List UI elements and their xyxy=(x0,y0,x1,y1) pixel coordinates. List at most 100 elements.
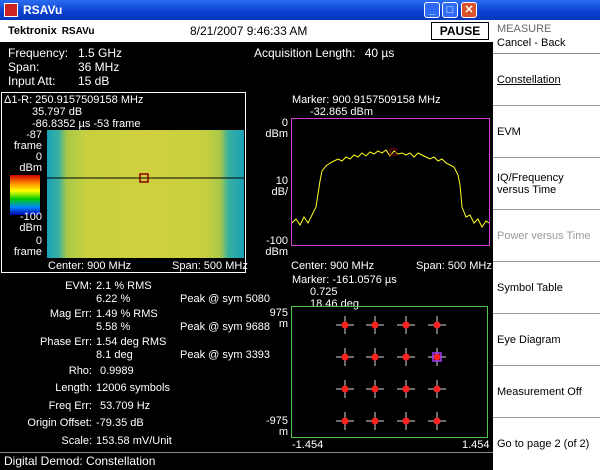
menu-measurement-off[interactable]: Measurement Off xyxy=(493,366,600,418)
phase-err-rms: 1.54 deg RMS xyxy=(96,336,167,348)
menu-power-vs-time[interactable]: Power versus Time xyxy=(493,210,600,262)
origin-offset-value: -79.35 dB xyxy=(96,417,144,429)
constellation-point xyxy=(341,353,349,361)
scale-value: 153.58 mV/Unit xyxy=(96,435,172,447)
spec-center: Center: 900 MHz xyxy=(48,260,132,272)
constellation-point xyxy=(341,417,349,425)
spectrum-y-m100: -100 dBm xyxy=(256,236,288,258)
constellation-point xyxy=(371,321,379,329)
freq-err-value: 53.709 Hz xyxy=(100,400,151,412)
constellation-plot[interactable] xyxy=(291,306,488,438)
status-bar: Digital Demod: Constellation xyxy=(0,452,493,470)
frequency-label: Frequency: xyxy=(8,46,69,60)
spec-y-bot: 0 frame xyxy=(2,236,42,258)
phase-err-label: Phase Err: xyxy=(40,336,92,348)
phase-err-deg: 8.1 deg xyxy=(96,349,133,361)
title-bar: RSAVu xyxy=(0,0,600,20)
side-menu: MEASURE Cancel - Back Constellation EVM … xyxy=(493,20,600,470)
const-x-left: -1.454 xyxy=(292,439,324,451)
spectrum-y-10: 10 dB/ xyxy=(262,176,288,198)
pause-button[interactable]: PAUSE xyxy=(431,22,489,40)
spectrogram-time: -86.8352 µs -53 frame xyxy=(32,118,141,130)
spectrum-marker: Marker: 900.9157509158 MHz xyxy=(292,94,441,106)
constellation-point xyxy=(433,321,441,329)
spectrogram-db: 35.797 dB xyxy=(32,106,83,118)
acquisition-length: Acquisition Length: 40 µs xyxy=(254,46,394,60)
constellation-point xyxy=(433,353,441,361)
const-x-right: 1.454 xyxy=(462,439,490,451)
constellation-point xyxy=(433,385,441,393)
spectrogram-delta: Δ1-R: 250.9157509158 MHz xyxy=(4,94,144,106)
window-controls: _ □ ✕ xyxy=(424,2,477,18)
input-att-value: 15 dB xyxy=(78,74,110,88)
datetime: 8/21/2007 9:46:33 AM xyxy=(190,24,308,38)
evm-pct: 6.22 % xyxy=(96,293,131,305)
constellation-point xyxy=(402,321,410,329)
rho-label: Rho: xyxy=(68,365,92,377)
menu-iq-frequency[interactable]: IQ/Frequency versus Time xyxy=(493,158,600,210)
freq-err-label: Freq Err: xyxy=(48,400,92,412)
side-menu-header[interactable]: MEASURE Cancel - Back xyxy=(493,20,600,54)
spec-span: Span: 500 MHz xyxy=(172,260,248,272)
acq-value: 40 µs xyxy=(364,46,395,60)
constellation-point xyxy=(433,417,441,425)
rho-value: 0.9989 xyxy=(100,365,134,377)
spectrum-marker-val: -32.865 dBm xyxy=(310,106,373,118)
spec-y-m100: -100 dBm xyxy=(2,212,42,234)
menu-evm[interactable]: EVM xyxy=(493,106,600,158)
constellation-readout: Marker: -161.0576 µs 0.725 18.46 deg xyxy=(292,274,397,310)
spectrum-readout: Marker: 900.9157509158 MHz -32.865 dBm xyxy=(292,94,441,118)
window-title: RSAVu xyxy=(23,3,63,17)
evm-peak: Peak @ sym 5080 xyxy=(180,293,271,305)
constellation-point xyxy=(371,385,379,393)
constellation-point xyxy=(371,417,379,425)
constellation-point xyxy=(341,321,349,329)
spectrum-center: Center: 900 MHz xyxy=(291,260,375,272)
acq-label: Acquisition Length: xyxy=(254,46,356,60)
measure-title: MEASURE xyxy=(497,23,552,35)
header-bar: Tektronix RSAVu 8/21/2007 9:46:33 AM PAU… xyxy=(0,20,493,42)
close-icon[interactable]: ✕ xyxy=(461,2,477,18)
menu-constellation[interactable]: Constellation xyxy=(493,54,600,106)
constellation-point xyxy=(371,353,379,361)
colorbar xyxy=(10,175,40,215)
spectrum-trace xyxy=(292,149,489,228)
minimize-icon[interactable]: _ xyxy=(424,2,440,18)
spectrum-plot[interactable] xyxy=(291,118,490,246)
evm-rms: 2.1 % RMS xyxy=(96,280,152,292)
spec-y-m100-unit: dBm xyxy=(19,222,42,234)
spec-y-0-unit: dBm xyxy=(19,162,42,174)
menu-next-page[interactable]: Go to page 2 (of 2) xyxy=(493,418,600,470)
mag-err-pct: 5.58 % xyxy=(96,321,131,333)
maximize-icon[interactable]: □ xyxy=(442,2,458,18)
length-value: 12006 symbols xyxy=(96,382,170,394)
input-att-label: Input Att: xyxy=(8,74,56,88)
length-label: Length: xyxy=(55,382,92,394)
mag-err-label: Mag Err: xyxy=(49,308,92,320)
frequency-value: 1.5 GHz xyxy=(78,46,123,60)
app-icon xyxy=(4,3,18,17)
constellation-point xyxy=(402,417,410,425)
evm-label: EVM: xyxy=(65,280,92,292)
spec-y-top: -87 frame xyxy=(2,130,42,152)
settings-info: Frequency: 1.5 GHz Span: 36 MHz Input Att:… xyxy=(8,46,122,88)
spec-y-0: 0 dBm xyxy=(2,152,42,174)
brand-sub: RSAVu xyxy=(61,25,95,37)
span-value: 36 MHz xyxy=(78,60,120,74)
spectrogram-plot[interactable] xyxy=(47,130,244,258)
const-y-bot-unit: m xyxy=(278,426,288,438)
const-marker: Marker: -161.0576 µs xyxy=(292,274,397,286)
menu-eye-diagram[interactable]: Eye Diagram xyxy=(493,314,600,366)
brand-logo: Tektronix xyxy=(8,25,57,37)
span-label: Span: xyxy=(8,60,40,74)
spectrum-y-10-unit: dB/ xyxy=(271,186,288,198)
spectrum-y-0-unit: dBm xyxy=(265,128,288,140)
scale-label: Scale: xyxy=(61,435,92,447)
mag-err-rms: 1.49 % RMS xyxy=(96,308,158,320)
spectrum-y-0: 0 dBm xyxy=(262,118,288,140)
constellation-point xyxy=(402,385,410,393)
cancel-back-button[interactable]: Cancel - Back xyxy=(497,37,596,49)
menu-symbol-table[interactable]: Symbol Table xyxy=(493,262,600,314)
phase-err-peak: Peak @ sym 3393 xyxy=(180,349,271,361)
spec-y-bot-unit: frame xyxy=(13,246,42,258)
